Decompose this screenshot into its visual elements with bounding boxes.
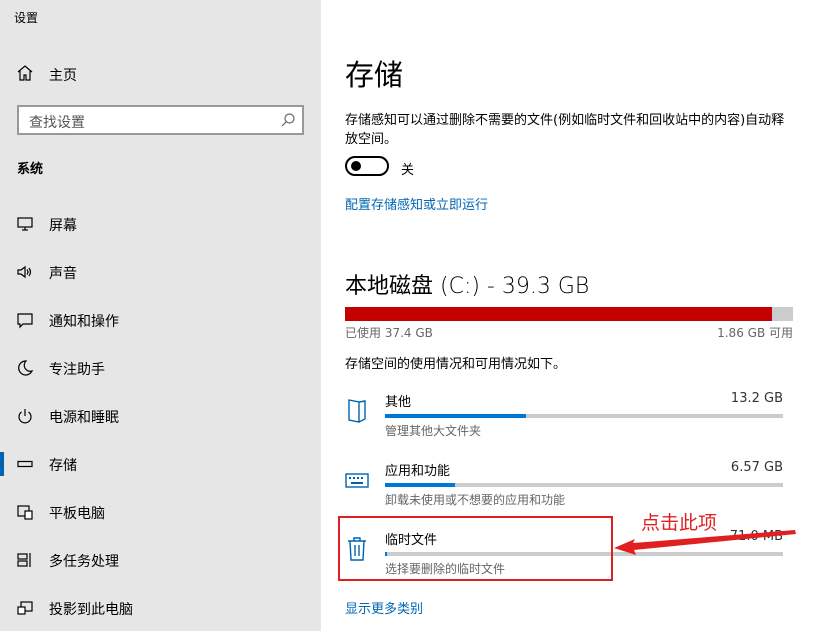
disk-used-label: 已使用 37.4 GB [345,326,433,340]
category-subtitle: 卸载未使用或不想要的应用和功能 [385,493,566,507]
category-apps[interactable]: 应用和功能 6.57 GB 卸载未使用或不想要的应用和功能 [345,460,785,512]
storage-icon [17,460,33,468]
sidebar-item-tablet[interactable]: 平板电脑 [0,494,321,530]
category-usage-fill [385,414,527,418]
sidebar-item-label: 多任务处理 [49,554,119,570]
annotation-highlight-box [338,516,613,581]
sidebar-item-home[interactable]: 主页 [0,58,321,88]
search-icon [281,113,295,127]
app-title: 设置 [14,11,39,25]
category-usage-bar [385,483,783,487]
toggle-state-label: 关 [401,163,415,178]
show-more-categories-link[interactable]: 显示更多类别 [345,598,423,617]
category-name: 其他 [385,395,412,410]
sidebar: 设置 主页 查找设置 系统 屏幕 声音 通知和操作 专注助手 电源和睡眠 存储 … [0,0,321,631]
project-icon [17,601,33,615]
sidebar-item-notifications[interactable]: 通知和操作 [0,302,321,338]
sidebar-item-multitasking[interactable]: 多任务处理 [0,542,321,578]
category-other[interactable]: 其他 13.2 GB 管理其他大文件夹 [345,391,785,443]
page-title: 存储 [345,58,404,92]
moon-icon [18,360,34,376]
sidebar-item-display[interactable]: 屏幕 [0,206,321,242]
disk-usage-fill [345,307,772,321]
sidebar-item-focus-assist[interactable]: 专注助手 [0,350,321,386]
tablet-icon [17,505,33,520]
keyboard-icon [345,473,369,488]
sidebar-item-storage[interactable]: 存储 [0,446,321,482]
monitor-icon [17,217,33,231]
category-usage-fill [385,483,456,487]
sidebar-item-label: 主页 [49,68,77,84]
speaker-icon [17,265,32,279]
search-input[interactable]: 查找设置 [17,105,304,135]
storage-sense-description: 存储感知可以通过删除不需要的文件(例如临时文件和回收站中的内容)自动释放空间。 [345,113,785,147]
disk-free-label: 1.86 GB 可用 [717,326,793,340]
sidebar-item-label: 声音 [49,266,77,282]
notification-icon [17,313,33,329]
category-size: 6.57 GB [730,460,783,475]
disk-usage-bar [345,307,793,321]
sidebar-item-project[interactable]: 投影到此电脑 [0,590,321,626]
multitask-icon [17,553,31,567]
sidebar-item-label: 平板电脑 [49,506,105,522]
home-icon [17,65,33,81]
storage-sense-toggle[interactable] [345,156,389,176]
sidebar-item-power[interactable]: 电源和睡眠 [0,398,321,434]
selection-indicator [0,452,4,476]
section-title: 系统 [17,162,44,177]
sidebar-item-label: 屏幕 [49,218,77,234]
sidebar-item-label: 电源和睡眠 [49,410,119,426]
sidebar-item-sound[interactable]: 声音 [0,254,321,290]
folder-icon [348,399,366,423]
sidebar-item-label: 存储 [49,458,77,474]
configure-storage-sense-link[interactable]: 配置存储感知或立即运行 [345,194,488,213]
category-name: 应用和功能 [385,464,451,479]
sidebar-item-label: 投影到此电脑 [49,602,133,618]
category-usage-bar [385,414,783,418]
toggle-knob [351,161,361,171]
power-icon [18,409,32,424]
search-placeholder: 查找设置 [29,115,85,131]
usage-description: 存储空间的使用情况和可用情况如下。 [345,357,567,372]
annotation-text: 点击此项 [641,512,718,534]
category-size: 13.2 GB [730,391,783,406]
sidebar-item-label: 专注助手 [49,362,105,378]
disk-title: 本地磁盘 (C:) - 39.3 GB [345,274,590,299]
category-subtitle: 管理其他大文件夹 [385,424,482,438]
category-size: 71.0 MB [729,529,783,544]
sidebar-item-label: 通知和操作 [49,314,119,330]
